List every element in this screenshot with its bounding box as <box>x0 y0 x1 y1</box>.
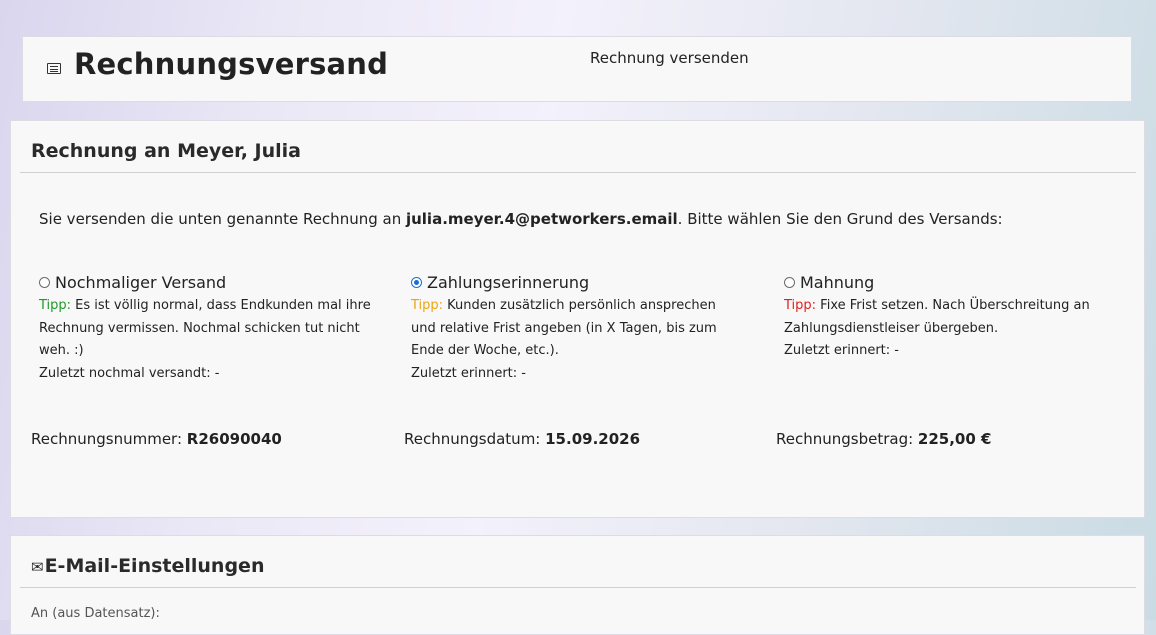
option-dunning-label[interactable]: Mahnung <box>784 272 1104 292</box>
recipient-email: julia.meyer.4@petworkers.email <box>405 210 678 228</box>
page-title: Rechnungsversand <box>74 47 389 81</box>
last-reminded: Zuletzt erinnert: - <box>411 365 526 381</box>
invoice-date: Rechnungsdatum: 15.09.2026 <box>404 430 640 448</box>
option-reminder: Zahlungserinnerung Tipp: Kunden zusätzli… <box>411 272 741 385</box>
intro-suffix: . Bitte wählen Sie den Grund des Versand… <box>677 210 1003 228</box>
intro-text: Sie versenden die unten genannte Rechnun… <box>39 210 1003 228</box>
invoice-date-value: 15.09.2026 <box>545 430 641 448</box>
page-subtitle: Rechnung versenden <box>590 49 749 67</box>
invoice-number: Rechnungsnummer: R26090040 <box>31 430 282 448</box>
option-resend-desc: Tipp: Es ist völlig normal, dass Endkund… <box>39 295 384 385</box>
email-settings-title: ✉E-Mail-Einstellungen <box>31 555 264 577</box>
tip-label: Tipp: <box>411 298 444 313</box>
list-icon <box>47 63 61 74</box>
option-dunning: Mahnung Tipp: Fixe Frist setzen. Nach Üb… <box>784 272 1104 363</box>
option-reminder-label[interactable]: Zahlungserinnerung <box>411 272 741 292</box>
invoice-card-title: Rechnung an Meyer, Julia <box>31 140 301 162</box>
intro-prefix: Sie versenden die unten genannte Rechnun… <box>39 210 406 228</box>
option-dunning-text: Mahnung <box>800 272 875 292</box>
invoice-date-label: Rechnungsdatum: <box>404 430 546 448</box>
tip-label: Tipp: <box>784 298 817 313</box>
page-header: Rechnungsversand Rechnung versenden <box>22 36 1132 102</box>
invoice-number-value: R26090040 <box>186 430 282 448</box>
to-field-label: An (aus Datensatz): <box>31 606 160 621</box>
invoice-amount-label: Rechnungsbetrag: <box>776 430 918 448</box>
invoice-amount-value: 225,00 € <box>917 430 992 448</box>
invoice-number-label: Rechnungsnummer: <box>31 430 187 448</box>
last-reminded: Zuletzt erinnert: - <box>784 343 899 358</box>
option-dunning-desc: Tipp: Fixe Frist setzen. Nach Überschrei… <box>784 295 1104 363</box>
option-resend-label[interactable]: Nochmaliger Versand <box>39 272 384 292</box>
radio-dunning[interactable] <box>784 276 795 288</box>
tip-text: Fixe Frist setzen. Nach Überschreitung a… <box>784 298 1090 336</box>
radio-reminder[interactable] <box>411 276 422 288</box>
divider <box>20 172 1136 173</box>
divider <box>20 587 1136 588</box>
tip-label: Tipp: <box>39 298 72 313</box>
email-settings-title-text: E-Mail-Einstellungen <box>44 555 265 577</box>
email-settings-card: ✉E-Mail-Einstellungen An (aus Datensatz)… <box>10 535 1145 635</box>
invoice-card: Rechnung an Meyer, Julia Sie versenden d… <box>10 120 1145 518</box>
option-resend: Nochmaliger Versand Tipp: Es ist völlig … <box>39 272 384 385</box>
invoice-amount: Rechnungsbetrag: 225,00 € <box>776 430 991 448</box>
envelope-icon: ✉ <box>31 558 44 576</box>
option-reminder-text: Zahlungserinnerung <box>427 272 590 292</box>
radio-resend[interactable] <box>39 276 50 288</box>
tip-text: Es ist völlig normal, dass Endkunden mal… <box>39 298 371 358</box>
option-resend-text: Nochmaliger Versand <box>55 272 227 292</box>
tip-text: Kunden zusätzlich persönlich ansprechen … <box>411 298 717 358</box>
option-reminder-desc: Tipp: Kunden zusätzlich persönlich anspr… <box>411 295 741 385</box>
last-sent: Zuletzt nochmal versandt: - <box>39 365 220 381</box>
